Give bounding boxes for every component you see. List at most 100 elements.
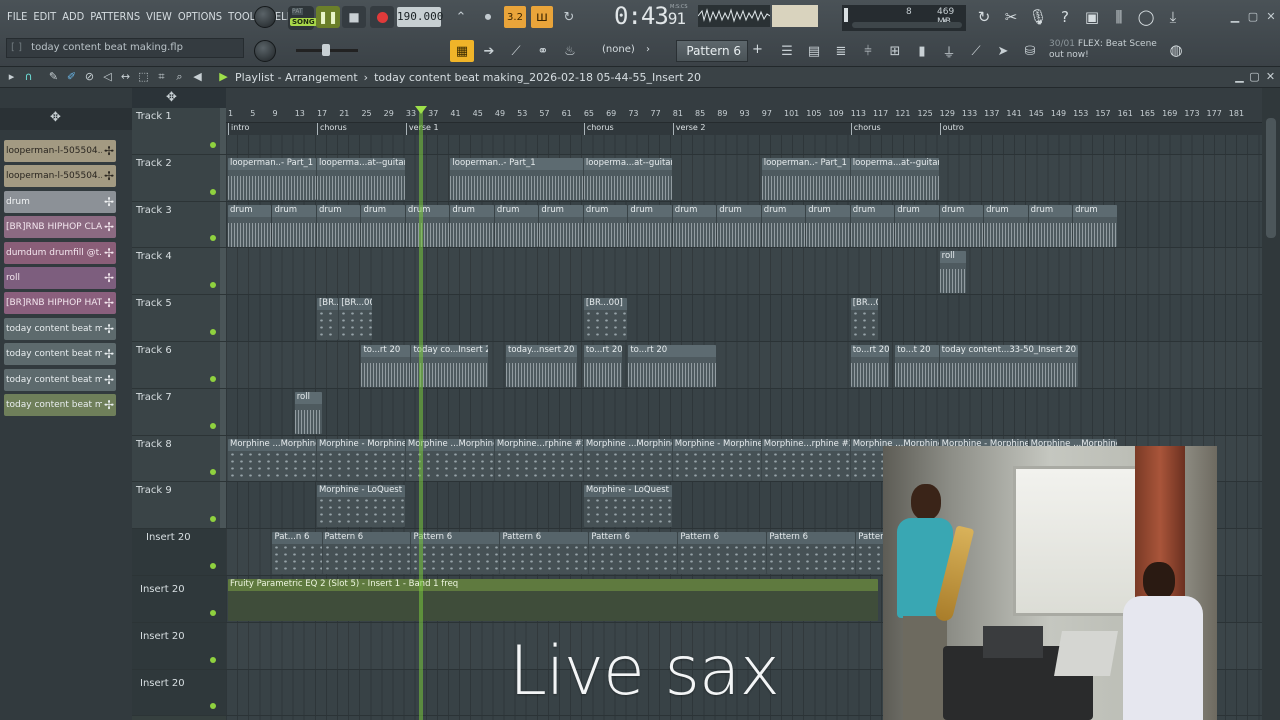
track-mute-led[interactable] [210,328,216,335]
globe-icon[interactable]: ◍ [1164,38,1188,62]
countdown-icon[interactable]: 3.2 [504,6,526,28]
menu-options[interactable]: OPTIONS [175,8,225,25]
pattern-clip[interactable]: Pattern 6 [322,532,411,575]
audio-clip[interactable]: today content...33-50_Insert 20 [939,345,1078,387]
track-lane[interactable] [226,389,1262,436]
track-name[interactable]: Track 1 [136,111,172,122]
picker-clip[interactable]: looperman-l-505504... ✢ [4,140,116,162]
vertical-scrollbar[interactable] [1262,88,1280,720]
audio-clip[interactable]: to...rt 20 [850,345,889,387]
audio-clip[interactable]: to...rt 20 [583,345,622,387]
magnet-icon[interactable]: ∩ [21,70,36,85]
automation-clip[interactable]: Fruity Parametric EQ 2 (Slot 5) - Insert… [228,579,878,621]
browser-icon[interactable]: ▮ [910,40,934,62]
audio-clip[interactable]: drum [316,204,361,247]
loop-record-icon[interactable]: ↻ [558,6,580,28]
audio-clip[interactable]: drum [717,204,761,247]
pattern-selector[interactable]: Pattern 6 [676,40,748,62]
pattern-clip[interactable]: Morphine - Morphine [672,438,761,481]
speaker-icon[interactable]: ◀ [190,70,205,85]
playhead-marker[interactable] [415,106,427,114]
picker-clip[interactable]: today content beat makin...✢ [4,317,116,340]
track-header[interactable]: Insert 20 [132,529,226,576]
send-icon[interactable]: ➤ [991,40,1015,62]
track-name[interactable]: Track 5 [136,298,172,309]
picker-clip[interactable]: today content beat makin...✢ [4,368,116,391]
step-edit-icon[interactable]: ш [531,6,553,28]
pencil-icon[interactable]: ✎ [46,70,61,85]
track-mute-led[interactable] [210,422,216,429]
pattern-clip[interactable]: Morphine...rphine #2 [494,438,583,481]
picker-clip[interactable]: looperman-l-505504... ✢ [4,165,116,188]
section-marker[interactable]: outro [939,123,964,135]
maximize-icon[interactable]: ▢ [1246,10,1260,24]
stamp-icon[interactable]: ♨ [558,40,582,62]
main-slider[interactable] [296,44,358,56]
audio-clip[interactable]: drum [672,204,717,247]
track-lane[interactable] [226,248,1262,296]
track-header[interactable]: Track 3 [132,201,226,249]
slider-thumb[interactable] [322,44,330,56]
pattern-clip[interactable]: Morphine...rphine #2 [761,438,850,481]
picker-clip[interactable]: drum ✢ [4,190,116,213]
minimize-icon[interactable]: ▁ [1228,10,1242,24]
paint-icon[interactable]: ✐ [64,70,79,85]
track-header[interactable]: Track 6 [132,342,226,389]
move-icon[interactable]: ✥ [50,110,61,125]
pattern-clip[interactable]: [BR...00] [583,298,628,341]
audio-clip[interactable]: to...rt 20 [361,345,411,387]
save-icon[interactable]: ▣ [1080,5,1104,29]
timeline-ruler[interactable]: 1 5 9 13 17 21 25 29 33 37 41 45 49 53 57 61 65 69 73 77 81 8… [226,88,1262,123]
track-mute-led[interactable] [210,703,216,710]
track-header[interactable]: Track 5 [132,295,226,342]
track-name[interactable]: Track 7 [136,392,172,403]
track-name[interactable]: Track 8 [136,439,172,450]
playlist-maximize-icon[interactable]: ▢ [1247,70,1262,85]
pattern-clip[interactable]: Pattern 6 [589,532,678,575]
track-header[interactable]: Track 1 [132,108,226,155]
audio-clip[interactable]: drum [539,204,583,247]
track-header[interactable]: Insert 20 [132,669,226,717]
audio-clip[interactable]: drum [272,204,316,247]
picker-clip[interactable]: [BR]RNB HIPHOP HAT... ✢ [4,292,116,315]
track-mute-led[interactable] [210,609,216,616]
pattern-clip[interactable]: [BR...00] [339,298,372,341]
section-marker[interactable]: chorus [583,123,614,135]
audio-clip[interactable]: looperma...at--guitar [316,157,405,200]
audio-clip[interactable]: drum [405,204,450,247]
picker-clip[interactable]: roll ✢ [4,266,116,289]
audio-clip[interactable]: looperma...at--guitar [583,157,672,200]
section-marker[interactable]: chorus [316,123,347,135]
playlist-play-icon[interactable]: ▶ [216,70,231,85]
tempo-display[interactable]: 190.000 [397,7,443,27]
audio-clip[interactable]: drum [850,204,895,247]
clip-options-icon[interactable]: ✢ [102,195,116,209]
track-mute-led[interactable] [210,141,216,148]
pattern-clip[interactable]: Pattern 6 [411,532,500,575]
track-mute-led[interactable] [210,375,216,382]
audio-clip[interactable]: drum [939,204,984,247]
track-header[interactable]: Track 2 [132,154,226,202]
mixer-faders-icon[interactable]: ⫩ [856,40,880,62]
audio-clip[interactable]: roll [939,251,967,294]
delete-icon[interactable]: ⊘ [82,70,97,85]
menu-add[interactable]: ADD [59,8,87,25]
master-pitch-knob[interactable] [254,40,276,62]
section-marker[interactable]: chorus [850,123,881,135]
mute-icon[interactable]: ◁ [100,70,115,85]
pattern-clip[interactable]: Morphine ...Morphine [583,438,672,481]
pattern-clip[interactable]: Morphine - LoQuest [583,485,672,528]
track-name[interactable]: Track 9 [136,485,172,496]
audio-clip[interactable]: looperman..- Part_1 [761,157,850,200]
audio-clip[interactable]: drum [1028,204,1073,247]
track-header[interactable]: Track 7 [132,388,226,436]
master-volume-knob[interactable] [254,6,276,28]
pattern-clip[interactable]: Morphine ...Morphine [228,438,316,481]
record-button[interactable] [370,6,394,28]
scrollbar-thumb[interactable] [1266,118,1276,238]
audio-clip[interactable]: drum [806,204,850,247]
pattern-clip[interactable]: [BR...00] [316,298,339,341]
track-name[interactable]: Insert 20 [140,584,185,595]
store-icon[interactable]: ⛁ [1018,40,1042,62]
menu-view[interactable]: VIEW [143,8,175,25]
